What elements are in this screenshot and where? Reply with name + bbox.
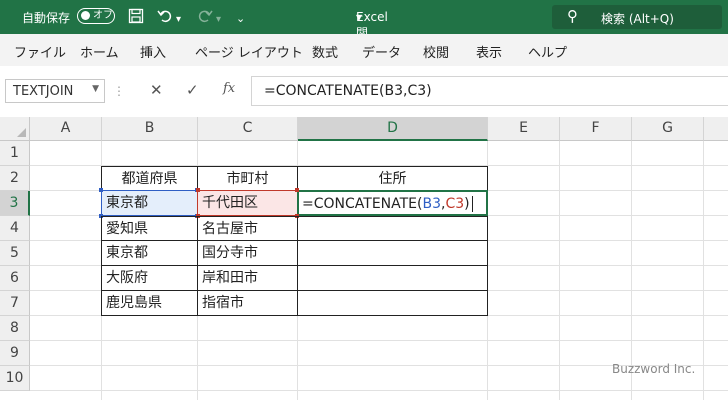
table-cell-b6[interactable]: 大阪府	[101, 265, 198, 291]
table-cell-b7[interactable]: 鹿児島県	[101, 290, 198, 316]
table-cell-d5[interactable]	[297, 240, 488, 266]
table-cell-d7[interactable]	[297, 290, 488, 316]
table-cell-c6[interactable]: 岸和田市	[197, 265, 298, 291]
table-cell-c5[interactable]: 国分寺市	[197, 240, 298, 266]
table-cell-b5[interactable]: 東京都	[101, 240, 198, 266]
table-cell-d6[interactable]	[297, 265, 488, 291]
table-cell-c4[interactable]: 名古屋市	[197, 216, 298, 241]
reference-handles	[99, 188, 299, 218]
table-cell-d4[interactable]	[297, 216, 488, 241]
watermark: Buzzword Inc.	[612, 362, 696, 376]
table-cell-b4[interactable]: 愛知県	[101, 216, 198, 241]
table-cell-c7[interactable]: 指宿市	[197, 290, 298, 316]
